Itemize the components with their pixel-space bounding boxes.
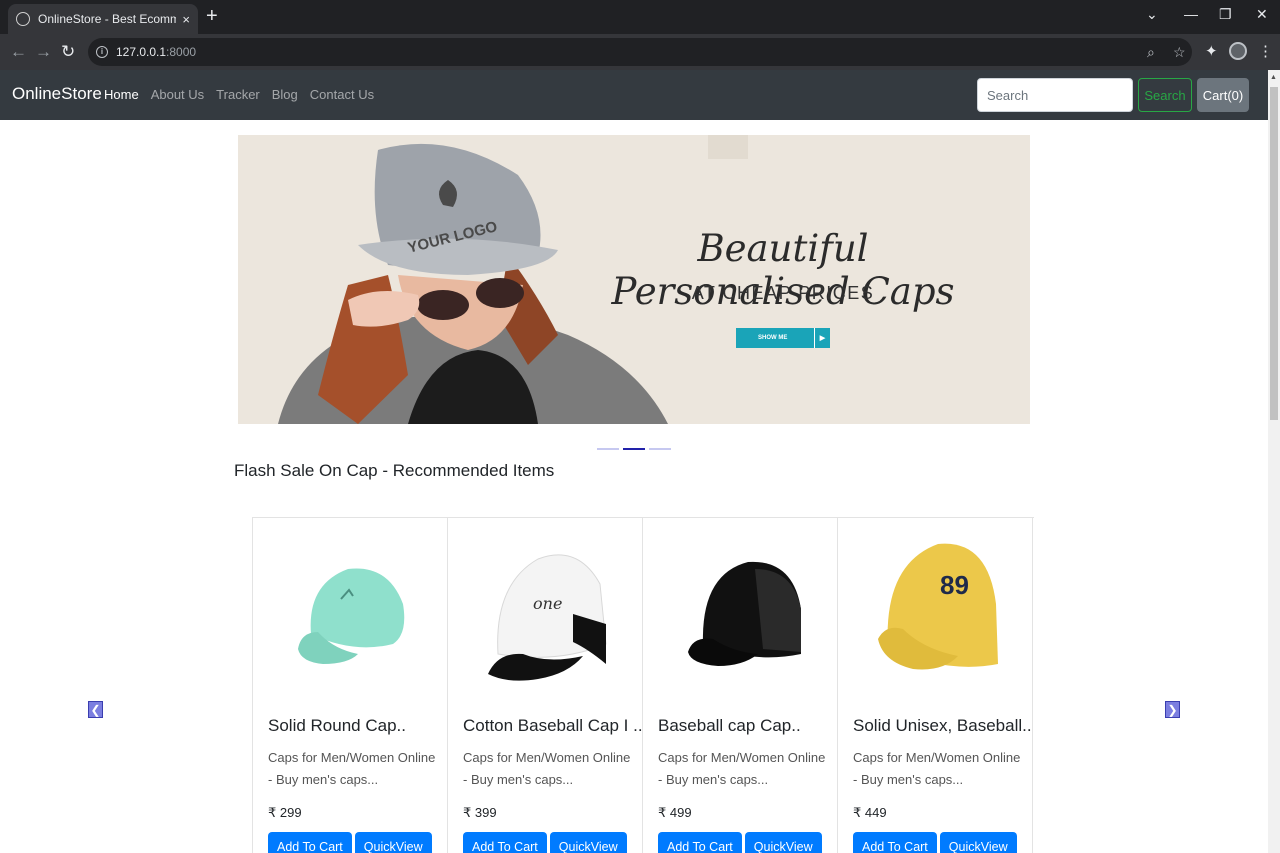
add-to-cart-button[interactable]: Add To Cart	[658, 832, 742, 853]
product-card: one Cotton Baseball Cap I .. Caps for Me…	[448, 518, 643, 853]
add-to-cart-button[interactable]: Add To Cart	[268, 832, 352, 853]
cart-button[interactable]: Cart(0)	[1197, 78, 1249, 112]
indicator-1[interactable]	[597, 448, 619, 450]
brand-logo[interactable]: OnlineStore	[12, 84, 102, 104]
indicator-3[interactable]	[649, 448, 671, 450]
product-actions: Add To Cart QuickView	[463, 832, 627, 853]
restore-icon[interactable]: ❐	[1219, 6, 1232, 23]
nav-link-tracker[interactable]: Tracker	[216, 87, 260, 102]
url-host: 127.0.0.1	[116, 45, 167, 59]
url-port: :8000	[166, 45, 197, 59]
product-title[interactable]: Solid Unisex, Baseball..	[853, 716, 1032, 736]
product-card: 89 Solid Unisex, Baseball.. Caps for Men…	[838, 518, 1033, 853]
search-button[interactable]: Search	[1138, 78, 1192, 112]
indicator-2[interactable]	[623, 448, 645, 450]
hero-banner[interactable]: YOUR LOGO Beautiful Personalised Caps AT…	[238, 135, 1030, 424]
product-card: Baseball cap Cap.. Caps for Men/Women On…	[643, 518, 838, 853]
nav-link-blog[interactable]: Blog	[272, 87, 298, 102]
reload-icon[interactable]: ↻	[61, 42, 75, 62]
product-description: Caps for Men/Women Online - Buy men's ca…	[463, 750, 631, 787]
globe-icon	[16, 12, 30, 26]
carousel-prev-button[interactable]: ❮	[88, 701, 103, 718]
product-image[interactable]: one	[488, 524, 610, 696]
product-price: ₹ 449	[853, 805, 887, 820]
zoom-icon[interactable]: ⌕	[1147, 44, 1155, 61]
search-input[interactable]	[977, 78, 1133, 112]
product-image[interactable]	[293, 524, 415, 696]
quickview-button[interactable]: QuickView	[744, 832, 822, 853]
product-image[interactable]: 89	[878, 524, 1000, 696]
svg-text:one: one	[533, 594, 562, 613]
menu-icon[interactable]: ⋮	[1258, 42, 1273, 60]
bookmark-star-icon[interactable]: ☆	[1173, 44, 1186, 61]
scroll-thumb[interactable]	[1270, 87, 1278, 420]
address-bar[interactable]: i 127.0.0.1:8000	[88, 38, 1192, 66]
browser-tab[interactable]: OnlineStore - Best Ecommerce W ×	[8, 4, 198, 34]
page-scrollbar[interactable]: ▲	[1268, 70, 1280, 853]
scroll-up-icon[interactable]: ▲	[1270, 74, 1277, 81]
play-icon: ▶	[814, 328, 830, 348]
profile-avatar[interactable]	[1229, 42, 1247, 60]
back-icon[interactable]: ←	[10, 42, 27, 62]
product-price: ₹ 499	[658, 805, 692, 820]
browser-toolbar: ← → ↻ i 127.0.0.1:8000 ⌕ ☆ ✦ ⋮	[0, 34, 1280, 70]
product-actions: Add To Cart QuickView	[853, 832, 1017, 853]
product-actions: Add To Cart QuickView	[268, 832, 432, 853]
tab-search-icon[interactable]: ⌄	[1146, 6, 1158, 23]
product-title[interactable]: Solid Round Cap..	[268, 716, 406, 736]
product-description: Caps for Men/Women Online - Buy men's ca…	[268, 750, 436, 787]
product-card: Solid Round Cap.. Caps for Men/Women Onl…	[253, 518, 448, 853]
chevron-right-icon: ❯	[1167, 702, 1178, 717]
add-to-cart-button[interactable]: Add To Cart	[853, 832, 937, 853]
banner-subheadline: AT CHEAP PRICES	[691, 283, 875, 303]
quickview-button[interactable]: QuickView	[354, 832, 432, 853]
product-actions: Add To Cart QuickView	[658, 832, 822, 853]
extensions-icon[interactable]: ✦	[1205, 42, 1218, 60]
product-title[interactable]: Baseball cap Cap..	[658, 716, 801, 736]
quickview-button[interactable]: QuickView	[549, 832, 627, 853]
nav-links: Home About Us Tracker Blog Contact Us	[104, 87, 374, 102]
close-window-icon[interactable]: ✕	[1256, 6, 1268, 23]
nav-link-home[interactable]: Home	[104, 87, 139, 102]
product-description: Caps for Men/Women Online - Buy men's ca…	[853, 750, 1021, 787]
show-me-label: SHOW ME	[758, 335, 788, 341]
site-navbar: OnlineStore Home About Us Tracker Blog C…	[0, 70, 1268, 120]
product-title[interactable]: Cotton Baseball Cap I ..	[463, 716, 643, 736]
minimize-icon[interactable]: —	[1184, 6, 1198, 22]
show-me-button[interactable]: SHOW ME ▶	[736, 328, 830, 348]
nav-link-contact[interactable]: Contact Us	[310, 87, 374, 102]
add-to-cart-button[interactable]: Add To Cart	[463, 832, 547, 853]
carousel-next-button[interactable]: ❯	[1165, 701, 1180, 718]
info-icon[interactable]: i	[96, 46, 108, 58]
quickview-button[interactable]: QuickView	[939, 832, 1017, 853]
nav-link-about[interactable]: About Us	[151, 87, 204, 102]
tab-close-icon[interactable]: ×	[182, 12, 190, 27]
chevron-left-icon: ❮	[90, 702, 101, 717]
product-description: Caps for Men/Women Online - Buy men's ca…	[658, 750, 826, 787]
carousel-indicators	[597, 448, 671, 450]
section-title: Flash Sale On Cap - Recommended Items	[234, 461, 555, 480]
product-price: ₹ 299	[268, 805, 302, 820]
browser-tabstrip: OnlineStore - Best Ecommerce W × + ⌄ — ❐…	[0, 0, 1280, 34]
product-carousel: Solid Round Cap.. Caps for Men/Women Onl…	[252, 517, 1034, 853]
forward-icon[interactable]: →	[35, 42, 52, 62]
tab-title: OnlineStore - Best Ecommerce W	[38, 12, 177, 26]
product-image[interactable]	[683, 524, 805, 696]
svg-text:89: 89	[940, 570, 969, 600]
new-tab-button[interactable]: +	[206, 5, 218, 27]
product-price: ₹ 399	[463, 805, 497, 820]
